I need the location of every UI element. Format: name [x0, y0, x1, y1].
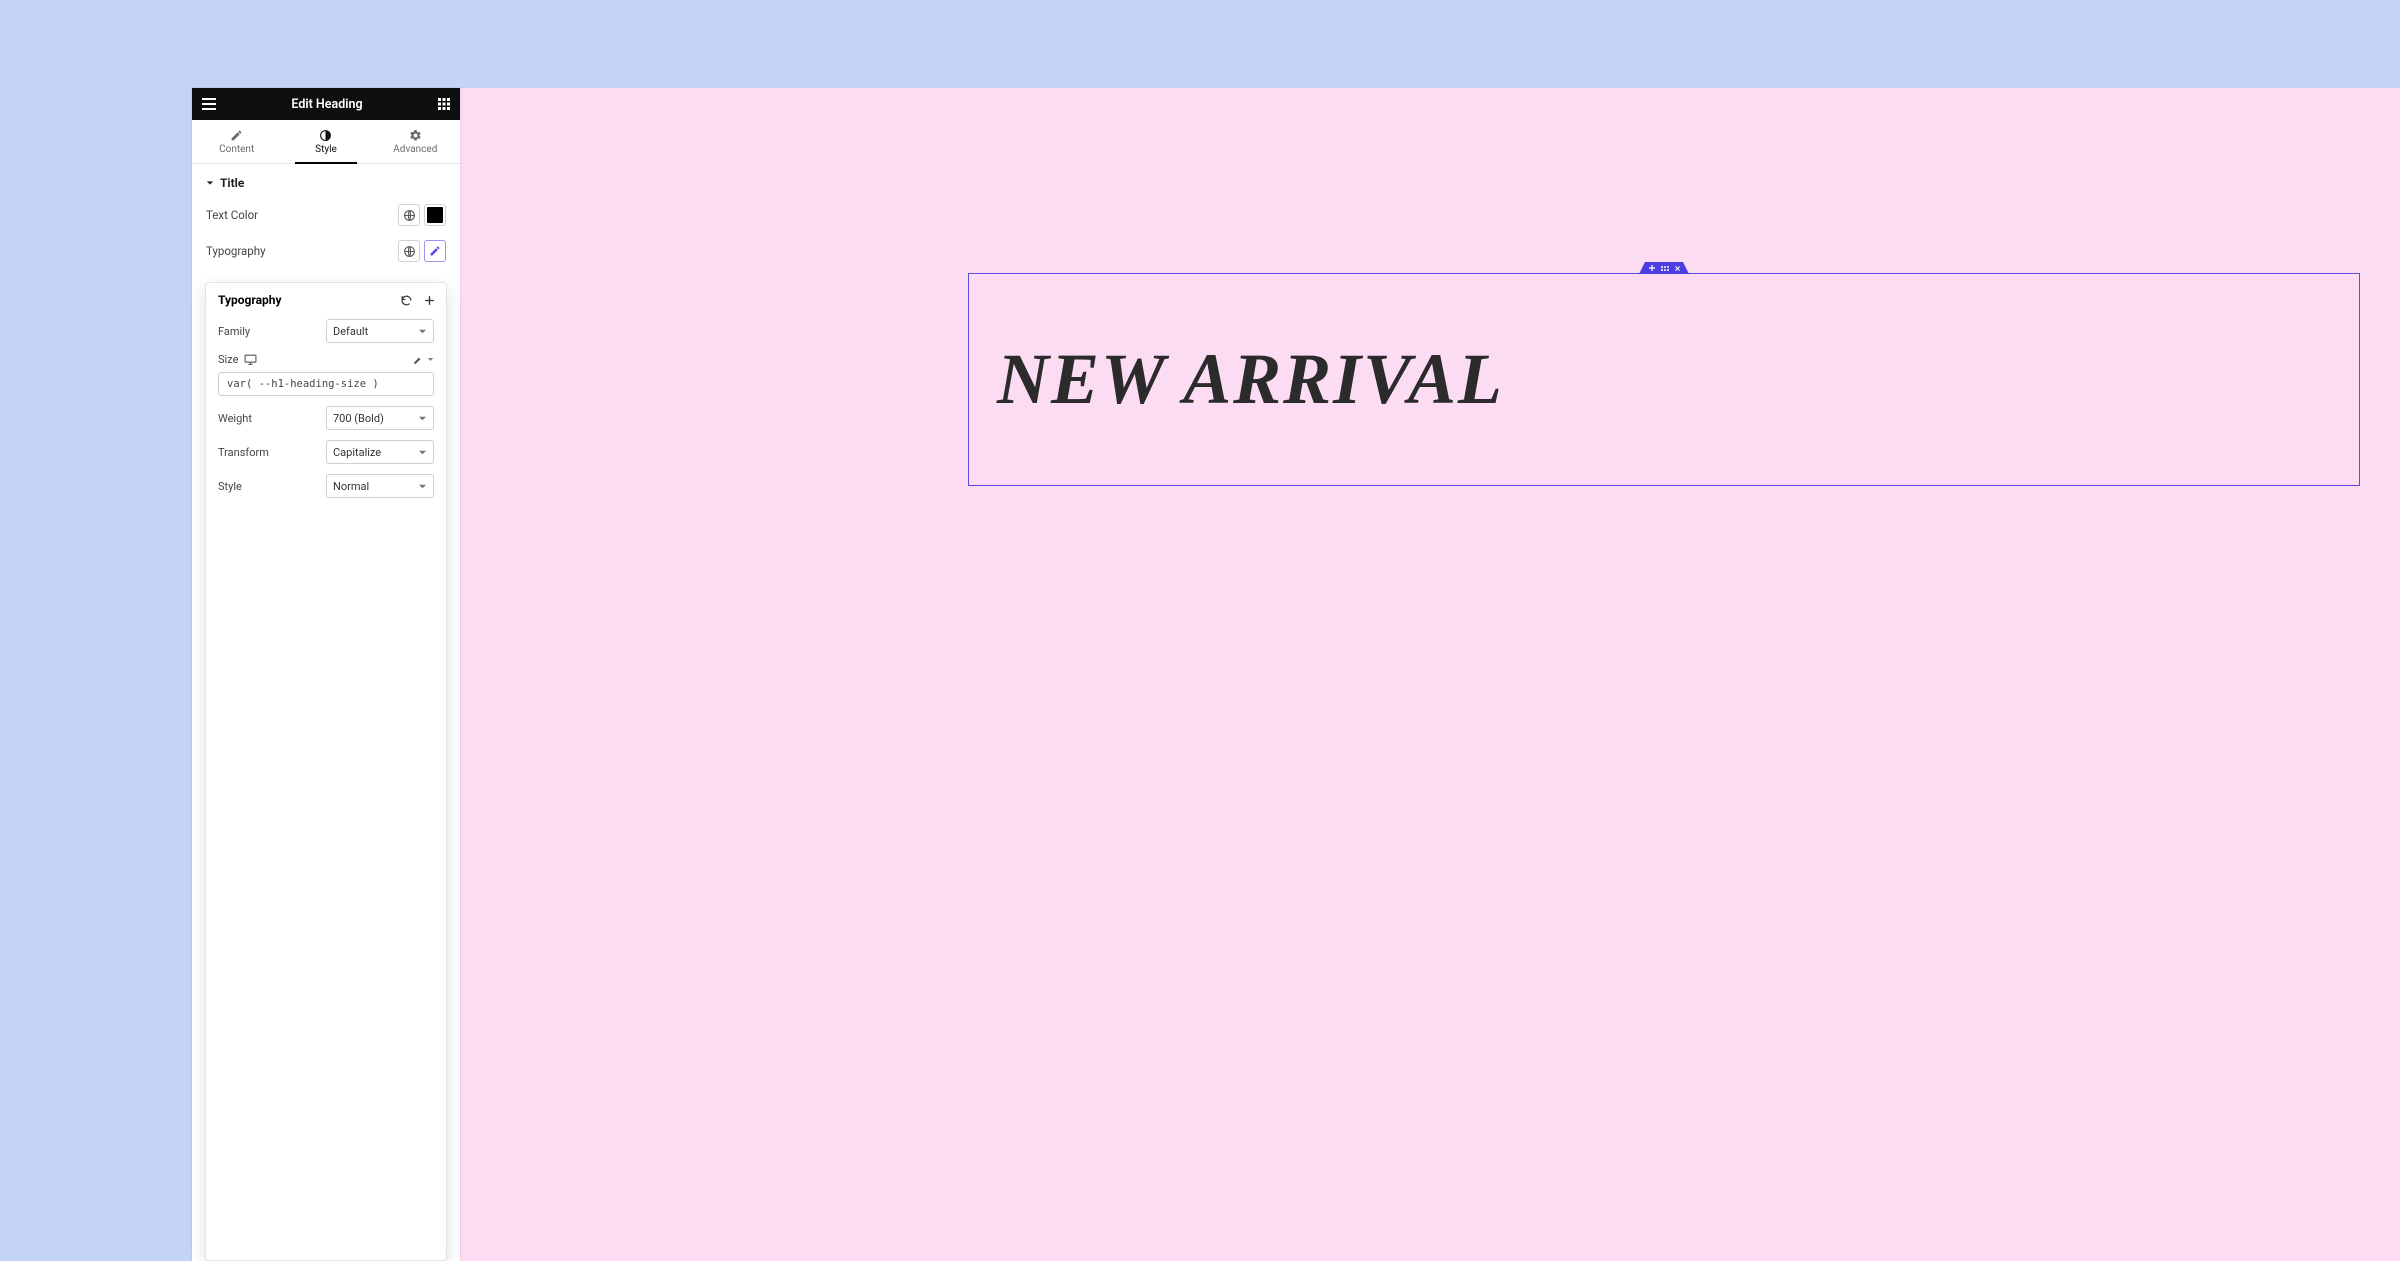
- size-row: [218, 372, 434, 396]
- transform-label: Transform: [218, 446, 269, 459]
- style-section: Title Text Color Typography: [192, 164, 460, 276]
- chevron-down-icon: [418, 327, 427, 336]
- close-icon[interactable]: [1675, 266, 1680, 271]
- pencil-icon: [413, 355, 423, 365]
- globe-icon: [403, 245, 416, 258]
- panel-header: Edit Heading: [192, 88, 460, 120]
- weight-select[interactable]: 700 (Bold): [326, 406, 434, 430]
- selected-heading[interactable]: NEW ARRIVAL: [968, 273, 2360, 486]
- plus-icon[interactable]: [1649, 265, 1655, 271]
- family-row: Family Default: [218, 319, 434, 343]
- family-value: Default: [333, 325, 368, 338]
- weight-row: Weight 700 (Bold): [218, 406, 434, 430]
- family-select[interactable]: Default: [326, 319, 434, 343]
- typography-label: Typography: [206, 244, 266, 258]
- popover-header: Typography: [206, 283, 446, 317]
- menu-button[interactable]: [202, 98, 216, 110]
- plus-icon: [423, 294, 436, 307]
- globe-icon: [403, 209, 416, 222]
- half-circle-icon: [319, 129, 332, 142]
- chevron-down-icon: [418, 414, 427, 423]
- reset-button[interactable]: [400, 294, 413, 307]
- typography-popover: Typography Family Default Siz: [205, 282, 447, 1261]
- section-title-label: Title: [220, 176, 244, 190]
- heading-text[interactable]: NEW ARRIVAL: [997, 339, 1504, 420]
- style-row: Style Normal: [218, 474, 434, 498]
- chevron-down-icon: [418, 448, 427, 457]
- family-label: Family: [218, 325, 250, 338]
- caret-down-icon: [206, 179, 214, 187]
- typography-edit-button[interactable]: [424, 240, 446, 262]
- text-color-row: Text Color: [206, 204, 446, 226]
- size-label: Size: [218, 353, 238, 366]
- drag-dots-icon[interactable]: [1661, 266, 1669, 271]
- color-swatch-inner: [427, 207, 443, 223]
- pencil-icon: [230, 129, 243, 142]
- style-label: Style: [218, 480, 242, 493]
- desktop-icon[interactable]: [244, 354, 257, 365]
- hamburger-icon: [202, 98, 216, 110]
- chevron-down-icon: [418, 482, 427, 491]
- size-unit-button[interactable]: [413, 355, 434, 365]
- tab-style-label: Style: [315, 144, 337, 155]
- weight-value: 700 (Bold): [333, 412, 384, 425]
- add-button[interactable]: [423, 294, 436, 307]
- undo-icon: [400, 294, 413, 307]
- size-input[interactable]: [218, 372, 434, 396]
- pencil-icon: [429, 245, 441, 257]
- section-title-toggle[interactable]: Title: [206, 176, 446, 190]
- globe-button[interactable]: [398, 204, 420, 226]
- tab-advanced[interactable]: Advanced: [371, 120, 460, 163]
- selection-handle[interactable]: [1639, 262, 1689, 274]
- transform-select[interactable]: Capitalize: [326, 440, 434, 464]
- weight-label: Weight: [218, 412, 252, 425]
- transform-row: Transform Capitalize: [218, 440, 434, 464]
- tab-content[interactable]: Content: [192, 120, 281, 163]
- style-value: Normal: [333, 480, 369, 493]
- panel-tabs: Content Style Advanced: [192, 120, 460, 164]
- size-row-header: Size: [218, 353, 434, 366]
- typography-row: Typography: [206, 240, 446, 262]
- canvas-area[interactable]: NEW ARRIVAL: [460, 88, 2400, 1261]
- transform-value: Capitalize: [333, 446, 381, 459]
- text-color-swatch[interactable]: [424, 204, 446, 226]
- apps-button[interactable]: [438, 98, 450, 110]
- grid-icon: [438, 98, 450, 110]
- chevron-down-icon: [427, 356, 434, 363]
- popover-title: Typography: [218, 293, 282, 307]
- text-color-label: Text Color: [206, 208, 258, 222]
- panel-title: Edit Heading: [291, 97, 362, 112]
- globe-button-2[interactable]: [398, 240, 420, 262]
- tab-content-label: Content: [219, 144, 254, 155]
- style-select[interactable]: Normal: [326, 474, 434, 498]
- tab-style[interactable]: Style: [281, 120, 370, 163]
- gear-icon: [409, 129, 422, 142]
- tab-advanced-label: Advanced: [393, 144, 437, 155]
